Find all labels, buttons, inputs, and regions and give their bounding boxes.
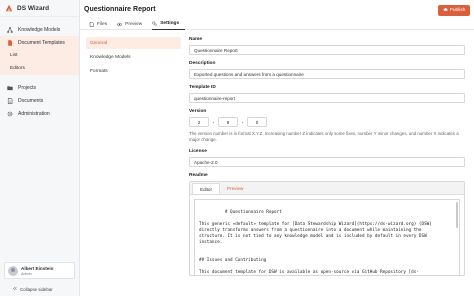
sidebar-item-projects[interactable]: Projects [0, 81, 79, 94]
version-separator: . [241, 119, 244, 125]
tab-label: Preview [125, 21, 143, 27]
editor-tabs: Files Preview Settings [89, 21, 189, 30]
readme-editor-body: # Questionnaire Report This generic «def… [190, 195, 464, 275]
user-name: Albert Einstein [21, 265, 54, 271]
tab-files[interactable]: Files [89, 21, 113, 30]
file-lines-icon [7, 97, 13, 104]
tab-label: Settings [160, 21, 180, 26]
sidebar-item-label: Documents [18, 97, 44, 104]
brand[interactable]: DS Wizard [0, 0, 79, 17]
cloud-upload-icon [443, 7, 448, 14]
publish-label: Publish [449, 8, 466, 13]
tab-settings[interactable]: Settings [152, 21, 186, 30]
user-role: Admin [21, 271, 32, 276]
name-label: Name [189, 37, 203, 42]
sidebar-item-administration[interactable]: Administration [0, 107, 79, 120]
license-field: License Apache-2.0 [189, 149, 465, 167]
folder-icon [7, 85, 13, 91]
version-minor-input[interactable]: 9 [218, 117, 238, 127]
readme-label: Readme [189, 173, 208, 178]
version-label: Version [189, 109, 207, 114]
description-label: Description [189, 61, 216, 66]
license-input[interactable]: Apache-2.0 [189, 157, 465, 167]
license-label: License [189, 149, 207, 154]
sidebar-subitem-editors[interactable]: Editors [0, 62, 79, 75]
readme-editor-tabs: Editor Preview [190, 182, 464, 195]
version-help-text: The version number is in format X.Y.Z. I… [189, 131, 459, 142]
app-name: DS Wizard [17, 4, 50, 12]
sidebar-subitem-list[interactable]: List [0, 49, 79, 62]
sidebar: DS Wizard Knowledge Models Document Temp… [0, 0, 80, 296]
sidebar-item-knowledge-models[interactable]: Knowledge Models [0, 23, 79, 36]
version-field: Version 2 . 9 . 0 The version number is … [189, 109, 465, 143]
sidebar-item-label: Document Templates [18, 39, 65, 46]
sidebar-item-label: Administration [18, 110, 50, 117]
version-patch-input[interactable]: 0 [247, 117, 267, 127]
description-input[interactable]: Exported questions and answers from a qu… [189, 69, 465, 79]
collapse-sidebar-label: Collapse sidebar [20, 286, 53, 292]
template-id-label: Template ID [189, 85, 216, 90]
description-field: Description Exported questions and answe… [189, 61, 465, 79]
tab-preview[interactable]: Preview [117, 21, 148, 30]
page-title: Questionnaire Report [84, 6, 156, 13]
name-field: Name Questionnaire Report [189, 37, 465, 55]
tab-label: Files [97, 21, 108, 27]
sidebar-item-document-templates[interactable]: Document Templates [0, 36, 79, 49]
name-input[interactable]: Questionnaire Report [189, 45, 465, 55]
sidebar-group-document-templates: Document Templates List Editors [0, 36, 79, 75]
version-major-input[interactable]: 2 [189, 117, 209, 127]
settings-form: Name Questionnaire Report Description Ex… [189, 37, 465, 282]
sidebar-item-documents[interactable]: Documents [0, 94, 79, 107]
file-icon [7, 39, 13, 46]
readme-editor: Editor Preview # Questionnaire Report Th… [189, 181, 465, 276]
version-inputs: 2 . 9 . 0 [189, 117, 465, 127]
tab-editor[interactable]: Editor [192, 183, 221, 194]
ds-wizard-logo-icon [5, 4, 13, 12]
gear-icon [7, 111, 13, 117]
sidebar-nav: Knowledge Models Document Templates List… [0, 17, 79, 120]
readme-field: Readme Editor Preview # Questionnaire Re… [189, 173, 465, 276]
publish-button[interactable]: Publish [438, 5, 470, 16]
file-icon [89, 21, 94, 27]
sidebar-item-label: Projects [18, 84, 37, 91]
sitemap-icon [7, 26, 13, 33]
settings-nav-knowledge-models[interactable]: Knowledge Models [86, 51, 181, 63]
version-separator: . [212, 119, 215, 125]
template-id-input[interactable]: questionnaire-report [189, 93, 465, 103]
readme-text: # Questionnaire Report This generic «def… [199, 210, 432, 275]
user-menu[interactable]: Albert Einstein Admin [4, 262, 75, 279]
eye-icon [117, 22, 123, 27]
readme-textarea[interactable]: # Questionnaire Report This generic «def… [194, 199, 460, 275]
sidebar-item-label: Knowledge Models [18, 26, 61, 33]
collapse-icon [12, 286, 17, 292]
page-header: Questionnaire Report Files Preview Setti… [80, 0, 474, 30]
template-id-field: Template ID questionnaire-report [189, 85, 465, 103]
avatar [8, 265, 18, 276]
settings-nav-general[interactable]: General [86, 37, 181, 49]
settings-nav-formats[interactable]: Formats [86, 65, 181, 77]
collapse-sidebar-button[interactable]: Collapse sidebar [12, 286, 53, 292]
readme-scrollbar[interactable] [456, 202, 458, 228]
tab-readme-preview[interactable]: Preview [220, 183, 250, 194]
settings-nav: General Knowledge Models Formats [86, 37, 181, 79]
gears-icon [152, 21, 158, 26]
